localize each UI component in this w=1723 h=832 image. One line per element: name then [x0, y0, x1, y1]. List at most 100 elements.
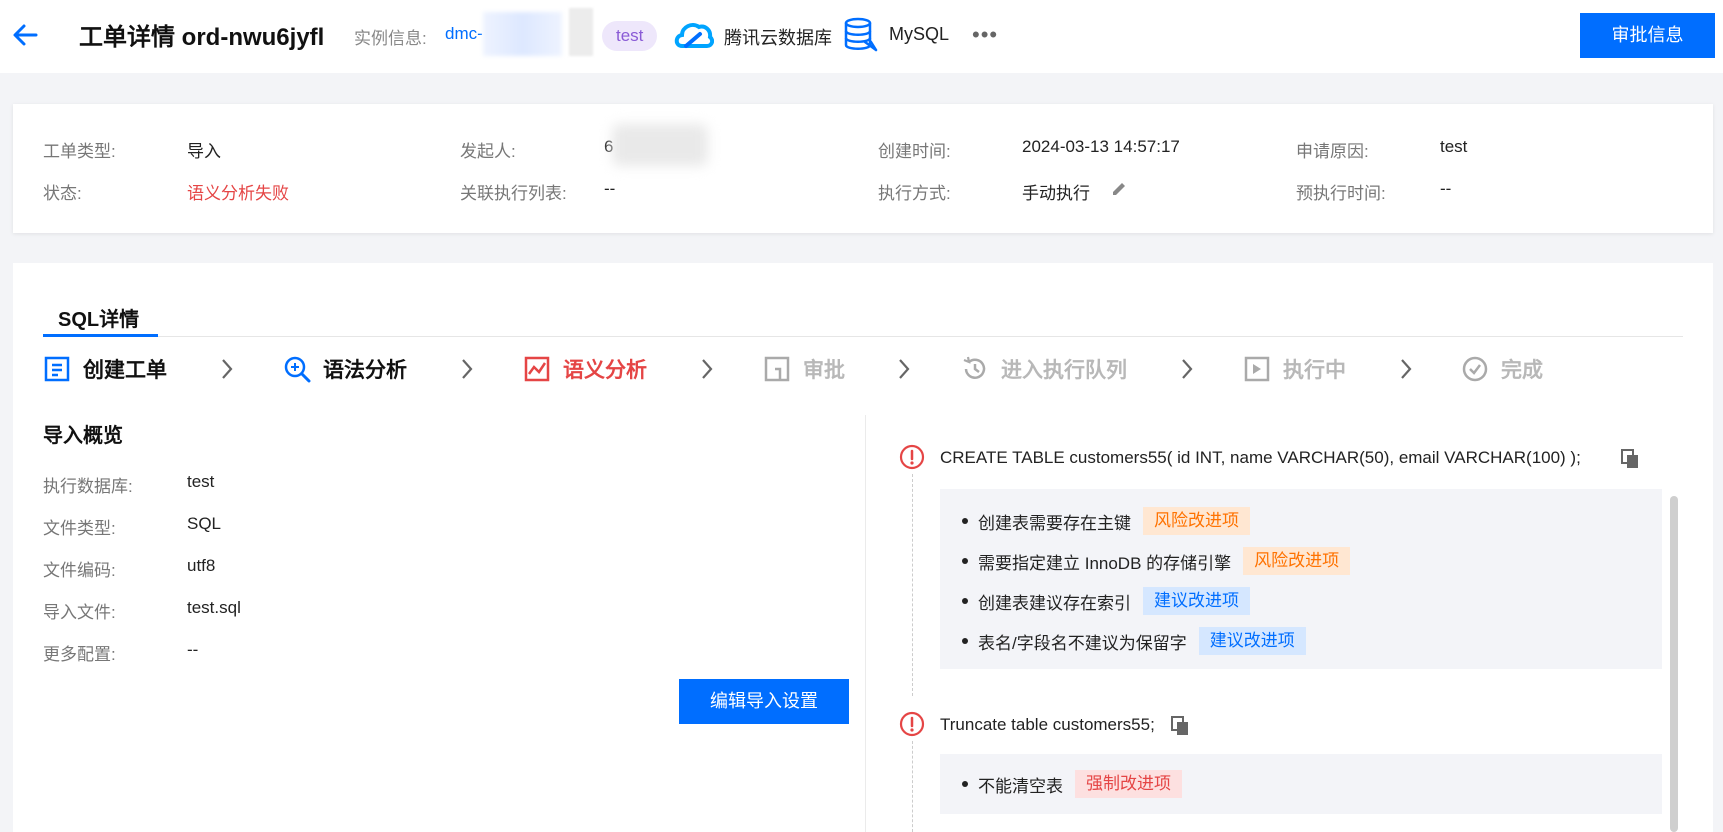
ticket-type-label: 工单类型:	[43, 142, 116, 161]
overview-value: test	[187, 472, 215, 491]
overview-value: --	[187, 640, 199, 659]
exec-mode-label: 执行方式:	[878, 184, 951, 203]
instance-link[interactable]: dmc-	[445, 24, 483, 44]
overview-label: 执行数据库:	[43, 477, 133, 496]
initiator-label: 发起人:	[460, 142, 516, 161]
edit-pencil-icon[interactable]	[1110, 180, 1128, 198]
chevron-right-icon	[899, 359, 910, 379]
approval-info-button[interactable]: 审批信息	[1580, 13, 1715, 58]
status-label: 状态:	[43, 184, 82, 203]
status-value: 语义分析失败	[187, 184, 289, 203]
redacted-initiator	[612, 124, 708, 166]
step-label: 语法分析	[323, 359, 407, 382]
more-options-icon[interactable]: •••	[972, 22, 998, 48]
pre-exec-time-value: --	[1440, 179, 1452, 198]
check-circle-icon	[1462, 356, 1488, 382]
issue-text: 不能清空表	[978, 776, 1063, 796]
bullet	[962, 558, 968, 564]
search-icon	[284, 356, 311, 383]
issue-badge: 建议改进项	[1198, 627, 1306, 655]
tencent-cloud-icon	[674, 23, 714, 48]
step-executing: 执行中	[1243, 354, 1346, 384]
overview-value: utf8	[187, 556, 216, 575]
issue-list: 创建表需要存在主键 风险改进项 需要指定建立 InnoDB 的存储引擎 风险改进…	[940, 489, 1662, 669]
created-time-value: 2024-03-13 14:57:17	[1022, 137, 1180, 156]
step-label: 创建工单	[83, 359, 167, 382]
page-title: 工单详情 ord-nwu6jyfl	[79, 24, 325, 51]
ticket-info-card	[13, 104, 1713, 233]
copy-icon[interactable]	[1621, 449, 1639, 469]
issue-item: 需要指定建立 InnoDB 的存储引擎 风险改进项	[962, 547, 1351, 575]
copy-icon[interactable]	[1171, 716, 1189, 736]
approval-icon	[764, 356, 790, 382]
mysql-db-icon	[844, 17, 878, 52]
step-create-ticket: 创建工单	[43, 354, 167, 384]
chevron-right-icon	[462, 359, 473, 379]
overview-label: 文件编码:	[43, 561, 116, 580]
overview-label: 更多配置:	[43, 645, 116, 664]
reason-label: 申请原因:	[1296, 142, 1369, 161]
db-type-label: MySQL	[889, 24, 950, 44]
tab-divider	[43, 336, 1683, 337]
step-exec-queue: 进入执行队列	[961, 354, 1127, 384]
bullet	[962, 598, 968, 604]
issue-text: 创建表建议存在索引	[978, 593, 1131, 613]
redacted-instance-suffix	[569, 8, 593, 56]
instance-info-label: 实例信息:	[354, 29, 427, 48]
issue-list: 不能清空表 强制改进项	[940, 754, 1662, 814]
tab-active-indicator	[43, 334, 158, 337]
issue-badge: 风险改进项	[1143, 507, 1250, 535]
bullet	[962, 781, 968, 787]
play-icon	[1244, 356, 1270, 382]
timeline-line	[912, 474, 913, 696]
issue-text: 表名/字段名不建议为保留字	[978, 633, 1187, 653]
issue-item: 不能清空表 强制改进项	[962, 770, 1182, 798]
bullet	[962, 518, 968, 524]
issue-badge: 建议改进项	[1143, 587, 1250, 615]
cloud-db-label: 腾讯云数据库	[724, 28, 832, 48]
reason-value: test	[1440, 137, 1468, 156]
step-complete: 完成	[1461, 354, 1543, 384]
error-circle-icon	[899, 444, 925, 470]
edit-import-settings-button[interactable]: 编辑导入设置	[679, 679, 849, 724]
tab-sql-detail[interactable]: SQL详情	[58, 303, 139, 332]
chevron-right-icon	[1182, 359, 1193, 379]
overview-label: 导入文件:	[43, 603, 116, 622]
step-label: 执行中	[1283, 359, 1346, 382]
ticket-type-value: 导入	[187, 142, 221, 161]
overview-label: 文件类型:	[43, 519, 116, 538]
bullet	[962, 638, 968, 644]
step-label: 完成	[1501, 359, 1543, 382]
timeline-line	[912, 741, 913, 832]
top-header: 工单详情 ord-nwu6jyfl 实例信息: dmc- test 腾讯云数据库…	[0, 0, 1723, 73]
instance-tag: test	[602, 21, 658, 51]
step-label: 语义分析	[563, 359, 647, 382]
issue-text: 需要指定建立 InnoDB 的存储引擎	[978, 553, 1232, 573]
step-label: 进入执行队列	[1001, 359, 1127, 382]
chevron-right-icon	[222, 359, 233, 379]
step-semantic-analysis: 语义分析	[523, 354, 647, 384]
step-label: 审批	[803, 359, 845, 382]
created-time-label: 创建时间:	[878, 142, 951, 161]
error-circle-icon	[899, 711, 925, 737]
chevron-right-icon	[702, 359, 713, 379]
back-arrow-icon[interactable]	[10, 20, 40, 50]
overview-value: test.sql	[187, 598, 241, 617]
overview-value: SQL	[187, 514, 222, 533]
scrollbar[interactable]	[1670, 496, 1678, 832]
issue-item: 表名/字段名不建议为保留字 建议改进项	[962, 627, 1306, 655]
issue-item: 创建表需要存在主键 风险改进项	[962, 507, 1250, 535]
chart-icon	[524, 356, 550, 382]
issue-text: 创建表需要存在主键	[978, 513, 1131, 533]
sql-statement: Truncate table customers55;	[940, 715, 1155, 734]
exec-mode-value: 手动执行	[1022, 184, 1090, 203]
pre-exec-time-label: 预执行时间:	[1296, 184, 1386, 203]
document-icon	[44, 356, 70, 382]
issue-badge: 强制改进项	[1075, 770, 1182, 798]
exec-list-value: --	[604, 179, 616, 198]
chevron-right-icon	[1401, 359, 1412, 379]
issue-badge: 风险改进项	[1243, 547, 1351, 575]
history-icon	[963, 356, 986, 379]
issue-item: 创建表建议存在索引 建议改进项	[962, 587, 1250, 615]
sql-statement: CREATE TABLE customers55( id INT, name V…	[940, 448, 1581, 467]
